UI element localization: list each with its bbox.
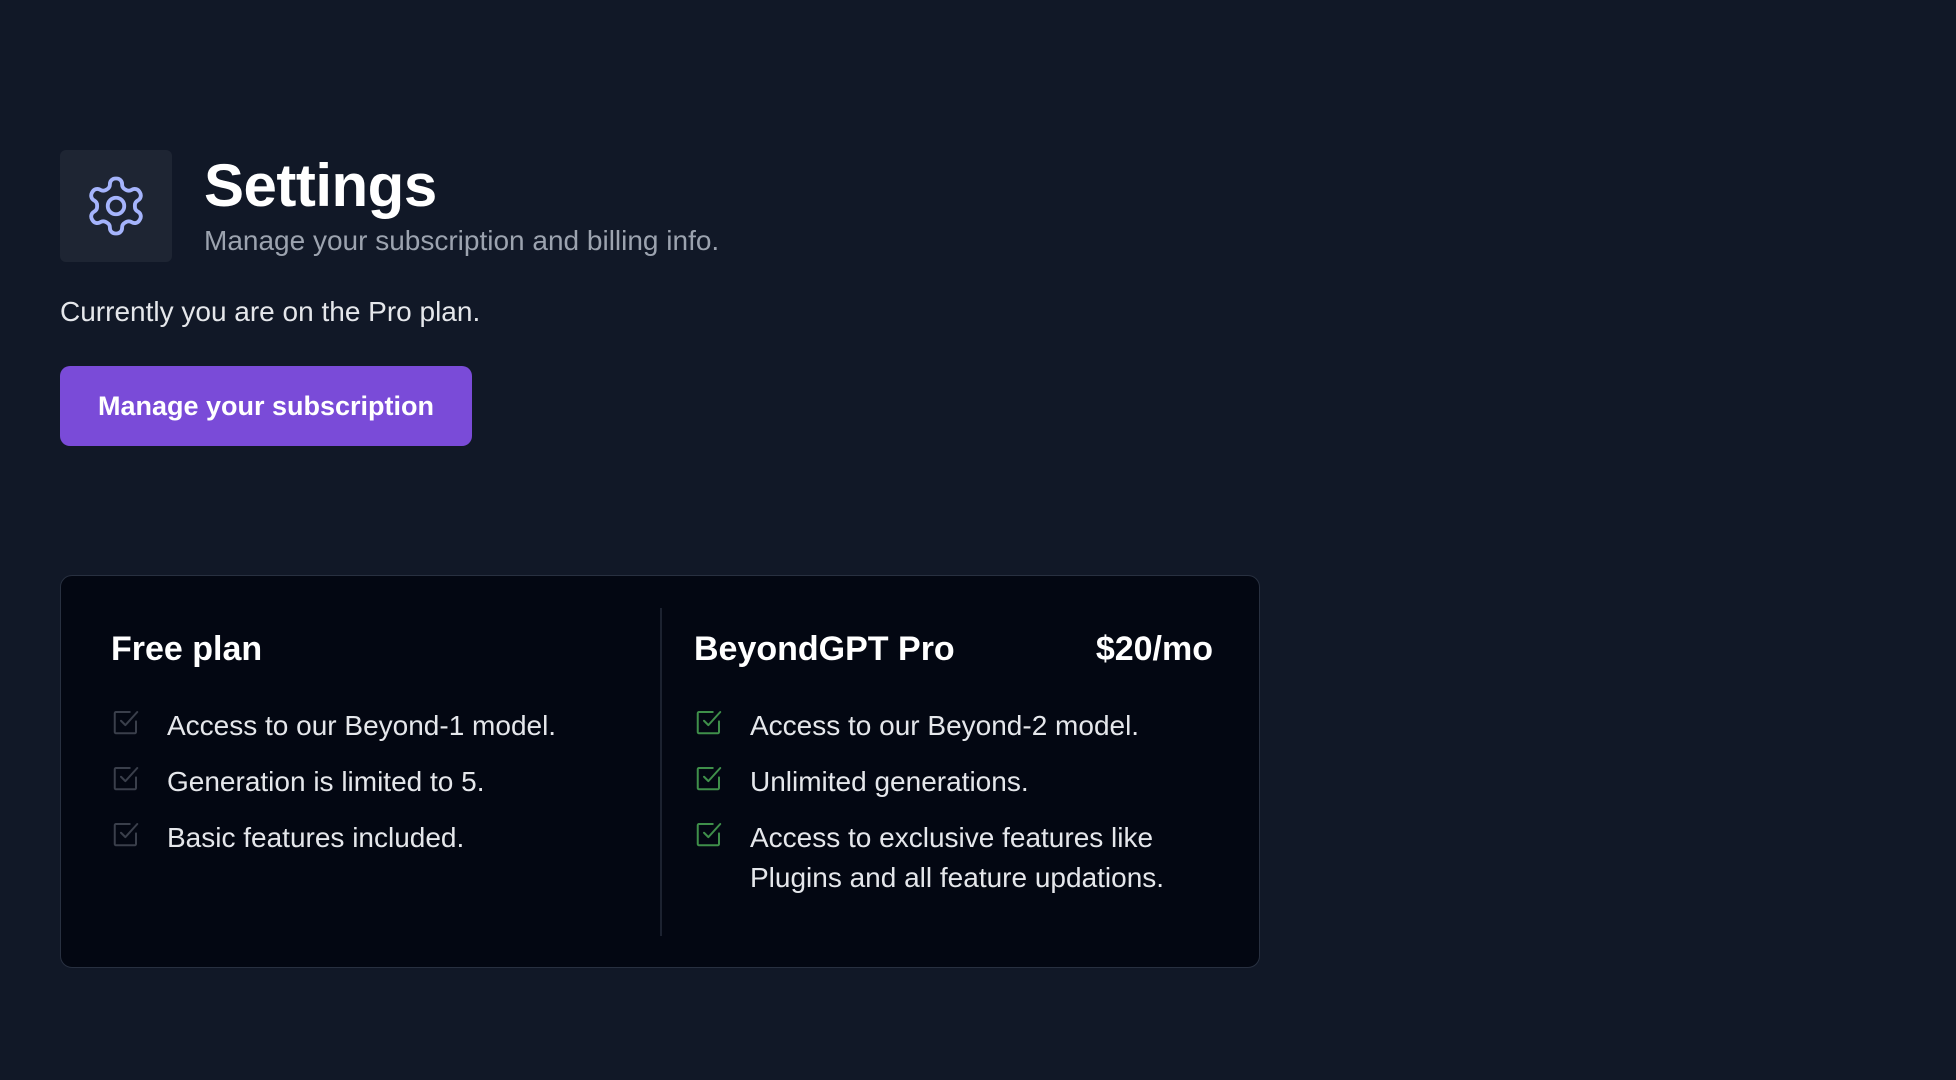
settings-icon-box bbox=[60, 150, 172, 262]
page-subtitle: Manage your subscription and billing inf… bbox=[204, 225, 720, 256]
feature-text: Unlimited generations. bbox=[750, 766, 1029, 797]
manage-subscription-button[interactable]: Manage your subscription bbox=[60, 366, 472, 446]
plans-card: Free plan Access to our Beyond-1 model. … bbox=[60, 575, 1260, 968]
pro-plan-features: Access to our Beyond-2 model. Unlimited … bbox=[694, 706, 1213, 898]
pro-plan-price: $20/mo bbox=[1095, 630, 1213, 668]
free-plan-features: Access to our Beyond-1 model. Generation… bbox=[111, 706, 661, 858]
check-icon bbox=[694, 819, 724, 849]
feature-text: Access to our Beyond-1 model. bbox=[167, 710, 557, 741]
check-icon bbox=[694, 707, 724, 737]
pro-plan-header: BeyondGPT Pro $20/mo bbox=[694, 630, 1213, 674]
feature-item: Basic features included. bbox=[111, 818, 661, 858]
feature-item: Access to our Beyond-2 model. bbox=[694, 706, 1213, 746]
feature-text: Access to our Beyond-2 model. bbox=[750, 710, 1140, 741]
free-plan-header: Free plan bbox=[111, 630, 661, 674]
feature-item: Access to our Beyond-1 model. bbox=[111, 706, 661, 746]
pro-plan-name: BeyondGPT Pro bbox=[694, 630, 955, 668]
feature-text: Generation is limited to 5. bbox=[167, 766, 485, 797]
feature-item: Generation is limited to 5. bbox=[111, 762, 661, 802]
check-icon bbox=[111, 819, 141, 849]
page-title: Settings bbox=[204, 152, 437, 219]
feature-text: Basic features included. bbox=[167, 822, 465, 853]
title-block: Settings Manage your subscription and bi… bbox=[204, 154, 719, 257]
free-plan-name: Free plan bbox=[111, 630, 263, 668]
check-icon bbox=[111, 763, 141, 793]
feature-item: Access to exclusive features like Plugin… bbox=[694, 818, 1213, 898]
feature-item: Unlimited generations. bbox=[694, 762, 1213, 802]
feature-text: Access to exclusive features like Plugin… bbox=[750, 822, 1165, 893]
check-icon bbox=[111, 707, 141, 737]
check-icon bbox=[694, 763, 724, 793]
gear-icon bbox=[89, 176, 143, 236]
settings-page: Settings Manage your subscription and bi… bbox=[0, 0, 1956, 1080]
pro-plan: BeyondGPT Pro $20/mo Access to our Beyon… bbox=[661, 576, 1261, 967]
current-plan-text: Currently you are on the Pro plan. bbox=[60, 296, 481, 327]
settings-header: Settings Manage your subscription and bi… bbox=[60, 150, 719, 262]
free-plan: Free plan Access to our Beyond-1 model. … bbox=[61, 576, 661, 967]
